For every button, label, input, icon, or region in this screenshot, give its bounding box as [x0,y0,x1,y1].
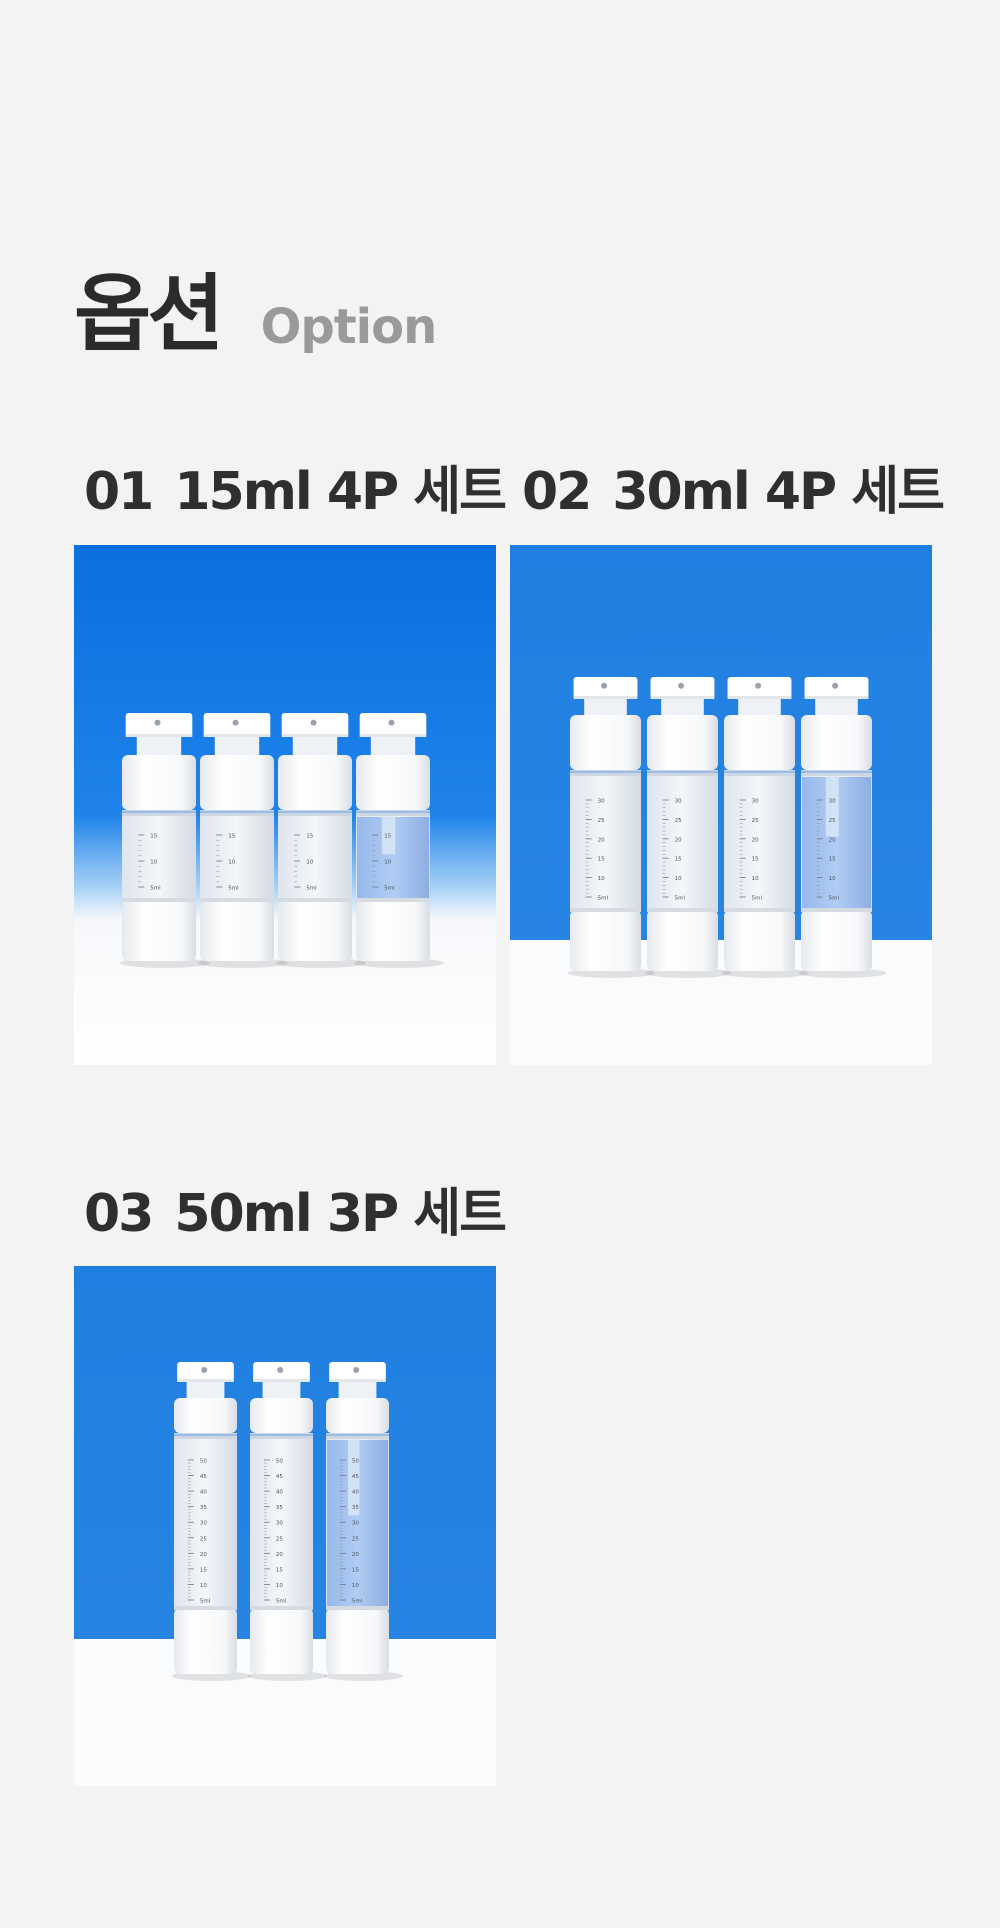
scale-label: 25 [200,1536,207,1542]
scale-label: 10 [150,860,157,866]
scale-label: 25 [598,818,605,824]
option-label-1: 01 15ml 4P 세트 [84,466,507,518]
scale-label: 5ml [150,886,161,892]
scale-label: 15 [228,834,235,840]
scale-label: 10 [752,876,759,882]
scale-label: 10 [276,1583,283,1589]
scale-label: 20 [598,837,605,843]
scale-label: 10 [829,876,836,882]
scale-label: 30 [276,1521,283,1527]
scale-label: 30 [675,799,682,805]
scale-label: 15 [276,1567,283,1573]
option-name: 15ml 4P 세트 [174,462,507,522]
scale-label: 10 [675,876,682,882]
scale-label: 20 [829,837,836,843]
scale-label: 15 [150,834,157,840]
scale-label: 5ml [200,1599,211,1605]
scale-label: 20 [675,837,682,843]
scale-label: 10 [200,1583,207,1589]
scale-label: 25 [276,1536,283,1542]
product-image-30ml-set[interactable]: 30 25 20 15 10 5ml 30 25 20 15 10 5ml 30 25 20 15 10 5ml 3… [510,545,932,1065]
option-label-2: 02 30ml 4P 세트 [522,466,945,518]
scale-label: 25 [752,818,759,824]
photo-canvas: 30 25 20 15 10 5ml 30 25 20 15 10 5ml 30 25 20 15 10 5ml 3… [510,545,932,1065]
scale-label: 5ml [829,896,840,902]
product-image-50ml-set[interactable]: 50 45 40 35 30 25 20 15 10 5ml 50 45 40 35 30 25 20 15 10 5… [74,1266,496,1786]
scale-label: 15 [598,857,605,863]
scale-label: 20 [752,837,759,843]
photo-canvas: 50 45 40 35 30 25 20 15 10 5ml 50 45 40 35 30 25 20 15 10 5… [74,1266,496,1786]
heading-title-ko: 옵션 [74,265,225,363]
scale-label: 20 [276,1552,283,1558]
scale-label: 50 [352,1459,359,1465]
scale-label: 5ml [352,1599,363,1605]
scale-label: 40 [352,1490,359,1496]
photo-canvas: 15 10 5ml 15 10 5ml 15 10 5ml 15 10 5ml [74,545,496,1065]
scale-label: 25 [352,1536,359,1542]
scale-label: 15 [384,834,391,840]
option-number: 03 [84,1184,154,1244]
scale-label: 45 [200,1474,207,1480]
scale-label: 40 [276,1490,283,1496]
product-image-15ml-set[interactable]: 15 10 5ml 15 10 5ml 15 10 5ml 15 10 5ml [74,545,496,1065]
scale-label: 10 [352,1583,359,1589]
scale-label: 20 [352,1552,359,1558]
scale-label: 15 [306,834,313,840]
scale-label: 50 [200,1459,207,1465]
heading-title-en: Option [260,299,438,355]
scale-label: 40 [200,1490,207,1496]
scale-label: 5ml [228,886,239,892]
scale-label: 15 [752,857,759,863]
option-name: 30ml 4P 세트 [612,462,945,522]
scale-label: 45 [276,1474,283,1480]
scale-label: 20 [200,1552,207,1558]
scale-label: 30 [598,799,605,805]
scale-label: 10 [598,876,605,882]
scale-label: 5ml [384,886,395,892]
option-label-3: 03 50ml 3P 세트 [84,1188,507,1240]
scale-label: 15 [675,857,682,863]
scale-label: 30 [200,1521,207,1527]
scale-label: 45 [352,1474,359,1480]
scale-label: 30 [352,1521,359,1527]
scale-label: 10 [228,860,235,866]
scale-label: 30 [829,799,836,805]
scale-label: 50 [276,1459,283,1465]
scale-label: 5ml [675,896,686,902]
scale-label: 25 [829,818,836,824]
scale-label: 35 [200,1505,207,1511]
scale-label: 5ml [276,1599,287,1605]
scale-label: 35 [276,1505,283,1511]
scale-label: 5ml [306,886,317,892]
scale-label: 35 [352,1505,359,1511]
scale-label: 25 [675,818,682,824]
scale-label: 15 [200,1567,207,1573]
option-name: 50ml 3P 세트 [174,1184,507,1244]
scale-label: 30 [752,799,759,805]
scale-label: 15 [829,857,836,863]
scale-label: 10 [384,860,391,866]
scale-label: 5ml [752,896,763,902]
scale-label: 10 [306,860,313,866]
scale-label: 5ml [598,896,609,902]
option-number: 02 [522,462,592,522]
option-number: 01 [84,462,154,522]
scale-label: 15 [352,1567,359,1573]
section-heading: 옵션 Option [74,265,438,363]
